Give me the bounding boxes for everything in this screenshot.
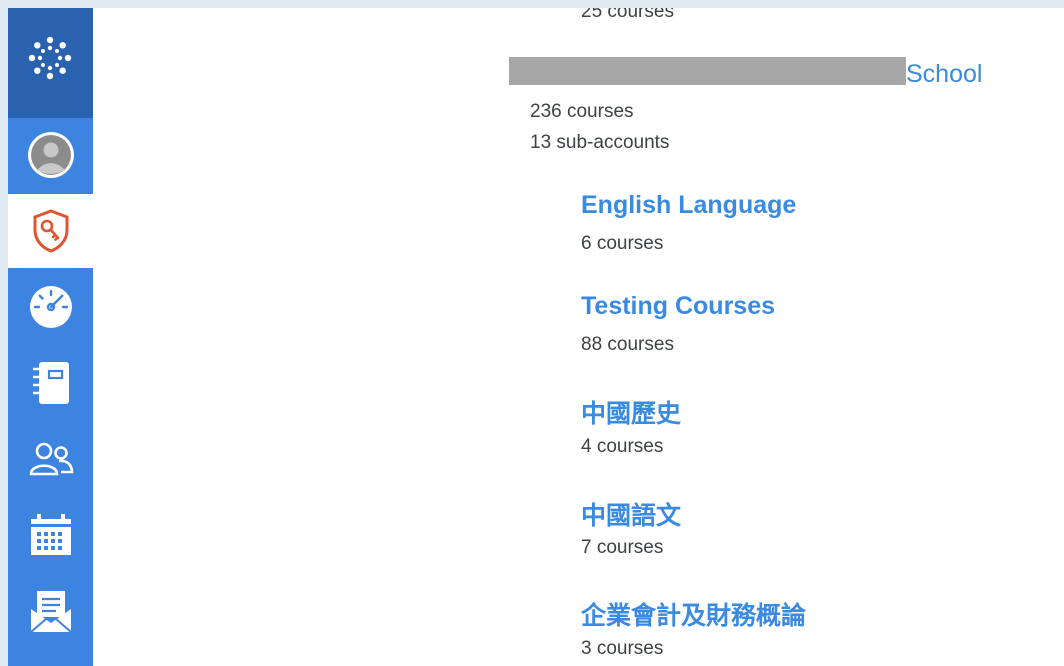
course-count: 4 courses [581,436,664,457]
course-count: 25 courses [581,8,674,22]
courses-icon [32,362,69,404]
nav-groups[interactable] [8,422,93,496]
sub-account-link[interactable]: 中國語文 [581,496,681,532]
course-count: 7 courses [581,537,664,558]
nav-inbox[interactable] [8,574,93,648]
sub-account-link[interactable]: 中國歷史 [581,394,681,430]
sub-accounts-list: 25 courses School 236 courses 13 sub-acc… [93,8,1064,666]
subaccount-count: 13 sub-accounts [530,132,670,153]
sub-account-link[interactable]: 企業會計及財務概論 [581,596,806,632]
sub-account-link[interactable]: English Language [581,191,796,220]
course-count: 88 courses [581,334,674,355]
canvas-logo[interactable] [8,8,93,118]
nav-account[interactable] [8,118,93,192]
groups-icon [29,442,73,476]
nav-calendar[interactable] [8,498,93,572]
calendar-icon [30,514,71,555]
nav-admin[interactable] [8,194,93,268]
course-count: 236 courses [530,101,634,122]
inbox-icon [29,591,72,633]
canvas-logo-icon [28,36,72,80]
admin-shield-icon [33,209,68,253]
course-count: 6 courses [581,233,664,254]
redacted-account-name [509,57,906,85]
course-count: 3 courses [581,638,664,659]
sub-account-link[interactable]: Testing Courses [581,292,775,321]
app-frame: 25 courses School 236 courses 13 sub-acc… [8,8,1064,666]
nav-courses[interactable] [8,346,93,420]
nav-dashboard[interactable] [8,270,93,344]
avatar-icon [27,132,74,178]
global-nav-sidebar [8,8,93,666]
dashboard-icon [29,286,72,328]
parent-account-link[interactable]: School [906,60,982,89]
